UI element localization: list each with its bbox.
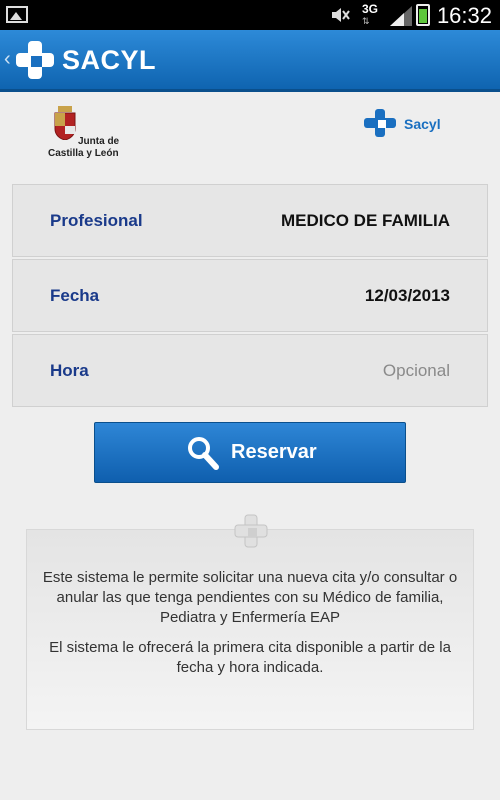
clock: 16:32 bbox=[436, 3, 492, 28]
fecha-row[interactable]: Fecha 12/03/2013 bbox=[12, 259, 488, 332]
junta-castilla-leon-logo: Junta de Castilla y León bbox=[48, 106, 138, 166]
fecha-label: Fecha bbox=[50, 286, 100, 305]
battery-icon bbox=[416, 4, 430, 26]
app-title: SACYL bbox=[62, 45, 157, 75]
network-indicator: 3G ⇅ bbox=[362, 2, 379, 26]
appointment-form: Profesional MEDICO DE FAMILIA Fecha 12/0… bbox=[12, 184, 488, 409]
profesional-label: Profesional bbox=[50, 211, 143, 230]
coat-of-arms-icon bbox=[54, 106, 76, 140]
fecha-value[interactable]: 12/03/2013 bbox=[365, 286, 450, 306]
profesional-value[interactable]: MEDICO DE FAMILIA bbox=[281, 211, 450, 231]
picture-icon bbox=[6, 6, 28, 23]
sacyl-logo-text: Sacyl bbox=[404, 116, 441, 132]
signal-icon bbox=[390, 6, 412, 26]
back-chevron-icon[interactable]: ‹ bbox=[4, 48, 11, 71]
jcyl-line1: Junta de bbox=[78, 136, 120, 147]
hora-row[interactable]: Hora Opcional bbox=[12, 334, 488, 407]
info-paragraph-2: El sistema le ofrecerá la primera cita d… bbox=[49, 639, 451, 676]
reservar-label: Reservar bbox=[231, 441, 317, 463]
sacyl-cross-watermark-icon bbox=[234, 514, 268, 548]
sacyl-logo: Sacyl bbox=[362, 108, 452, 138]
sacyl-cross-small-icon bbox=[364, 109, 396, 137]
status-bar: 3G ⇅ 16:32 bbox=[0, 0, 500, 30]
sacyl-cross-icon[interactable] bbox=[14, 39, 56, 81]
hora-label: Hora bbox=[50, 361, 89, 380]
info-panel: Este sistema le permite solicitar una nu… bbox=[26, 514, 474, 730]
app-bar[interactable]: ‹ SACYL bbox=[0, 30, 500, 92]
profesional-row[interactable]: Profesional MEDICO DE FAMILIA bbox=[12, 184, 488, 257]
reservar-button[interactable]: Reservar bbox=[94, 422, 406, 483]
hora-placeholder[interactable]: Opcional bbox=[383, 361, 450, 381]
search-icon bbox=[188, 437, 219, 470]
logos-strip: Junta de Castilla y León Sacyl bbox=[0, 92, 500, 172]
jcyl-line2: Castilla y León bbox=[48, 148, 119, 159]
info-paragraph-1: Este sistema le permite solicitar una nu… bbox=[42, 569, 458, 626]
mute-icon bbox=[332, 8, 350, 22]
